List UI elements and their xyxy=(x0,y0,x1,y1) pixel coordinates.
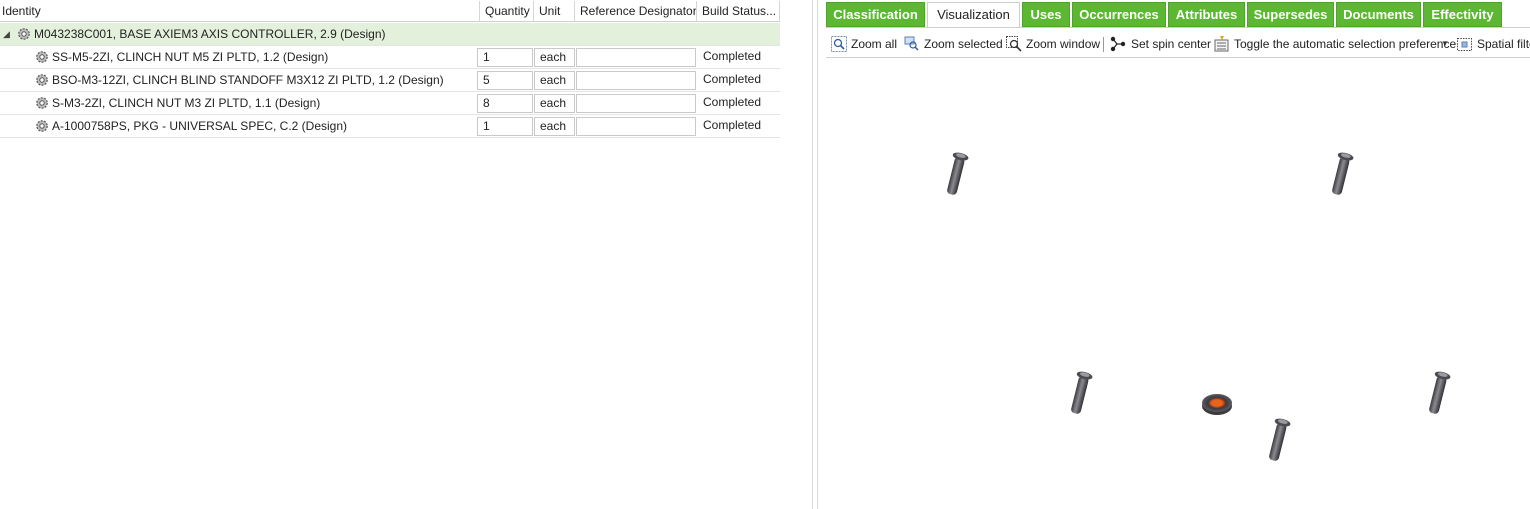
row-identity: M043238C001, BASE AXIEM3 AXIS CONTROLLER… xyxy=(34,27,386,41)
reference-designator-field[interactable] xyxy=(576,71,696,90)
quantity-field[interactable]: 1 xyxy=(477,117,533,136)
spatial-filter-label: Spatial filte xyxy=(1477,37,1530,51)
zoom-window-button[interactable]: Zoom window xyxy=(1006,33,1101,55)
build-status: Completed xyxy=(703,118,762,132)
bom-grid-pane: Identity Quantity Unit Reference Designa… xyxy=(0,0,812,509)
3d-viewport[interactable] xyxy=(826,58,1530,509)
clinch-nut-part[interactable] xyxy=(1202,394,1232,415)
tab-attributes[interactable]: Attributes xyxy=(1168,2,1245,27)
gear-icon xyxy=(36,51,48,63)
column-header-build-status[interactable]: Build Status... xyxy=(697,1,780,21)
viewer-toolbar: Zoom all Zoom selected Zoom window Set s… xyxy=(826,33,1530,58)
table-row[interactable]: A-1000758PS, PKG - UNIVERSAL SPEC, C.2 (… xyxy=(0,115,780,138)
set-spin-center-button[interactable]: Set spin center xyxy=(1109,33,1211,55)
standoff-part[interactable] xyxy=(1425,370,1451,415)
tab-effectivity[interactable]: Effectivity xyxy=(1423,2,1502,27)
reference-designator-field[interactable] xyxy=(576,48,696,67)
toggle-selection-preference-button[interactable]: Toggle the automatic selection preferenc… xyxy=(1214,33,1456,55)
expand-collapse-icon[interactable]: ◢ xyxy=(3,23,13,45)
standoff-part[interactable] xyxy=(943,151,969,196)
zoom-all-button[interactable]: Zoom all xyxy=(831,33,899,55)
unit-field[interactable]: each xyxy=(534,117,575,136)
tab-occurrences[interactable]: Occurrences xyxy=(1072,2,1166,27)
table-row[interactable]: BSO-M3-12ZI, CLINCH BLIND STANDOFF M3X12… xyxy=(0,69,780,92)
table-row[interactable]: SS-M5-2ZI, CLINCH NUT M5 ZI PLTD, 1.2 (D… xyxy=(0,46,780,69)
tab-uses[interactable]: Uses xyxy=(1022,2,1070,27)
zoom-all-label: Zoom all xyxy=(851,37,898,51)
standoff-part[interactable] xyxy=(1067,370,1093,415)
zoom-all-icon xyxy=(831,36,847,52)
zoom-selected-button[interactable]: Zoom selected xyxy=(904,33,1003,55)
toggle-selection-label: Toggle the automatic selection preferenc… xyxy=(1234,37,1457,51)
spatial-filter-button[interactable]: Spatial filte xyxy=(1457,33,1530,55)
zoom-window-icon xyxy=(1006,36,1022,52)
tab-supersedes[interactable]: Supersedes xyxy=(1247,2,1334,27)
tab-divider xyxy=(826,27,1530,28)
gear-icon xyxy=(36,97,48,109)
zoom-selected-label: Zoom selected xyxy=(924,37,1003,51)
tab-visualization[interactable]: Visualization xyxy=(927,2,1020,27)
spin-center-icon xyxy=(1110,36,1126,52)
tab-documents[interactable]: Documents xyxy=(1336,2,1421,27)
row-identity: SS-M5-2ZI, CLINCH NUT M5 ZI PLTD, 1.2 (D… xyxy=(52,50,329,64)
toolbar-separator xyxy=(1103,37,1104,52)
selection-toggle-icon xyxy=(1214,36,1229,52)
row-identity: S-M3-2ZI, CLINCH NUT M3 ZI PLTD, 1.1 (De… xyxy=(52,96,321,110)
column-header-unit[interactable]: Unit xyxy=(534,1,575,21)
tab-classification[interactable]: Classification xyxy=(826,2,925,27)
table-row[interactable]: S-M3-2ZI, CLINCH NUT M3 ZI PLTD, 1.1 (De… xyxy=(0,92,780,115)
column-header-quantity[interactable]: Quantity xyxy=(480,1,534,21)
reference-designator-field[interactable] xyxy=(576,117,696,136)
build-status: Completed xyxy=(703,72,762,86)
row-identity: BSO-M3-12ZI, CLINCH BLIND STANDOFF M3X12… xyxy=(52,73,444,87)
dropdown-arrow-icon[interactable]: ▼ xyxy=(1441,33,1449,55)
set-spin-center-label: Set spin center xyxy=(1131,37,1212,51)
quantity-field[interactable]: 1 xyxy=(477,48,533,67)
zoom-selected-icon xyxy=(904,36,919,51)
zoom-window-label: Zoom window xyxy=(1026,37,1101,51)
column-header-reference-designator[interactable]: Reference Designator xyxy=(575,1,697,21)
build-status: Completed xyxy=(703,95,762,109)
spatial-filter-icon xyxy=(1457,38,1472,51)
table-row-parent[interactable]: ◢ M043238C001, BASE AXIEM3 AXIS CONTROLL… xyxy=(0,23,780,46)
gear-icon xyxy=(36,74,48,86)
details-pane: Classification Visualization Uses Occurr… xyxy=(818,0,1530,509)
3d-scene[interactable] xyxy=(826,58,1530,509)
unit-field[interactable]: each xyxy=(534,48,575,67)
gear-icon xyxy=(18,28,30,40)
unit-field[interactable]: each xyxy=(534,94,575,113)
build-status: Completed xyxy=(703,49,762,63)
quantity-field[interactable]: 5 xyxy=(477,71,533,90)
standoff-part[interactable] xyxy=(1328,151,1354,196)
standoff-part[interactable] xyxy=(1265,417,1291,462)
column-header-identity[interactable]: Identity xyxy=(0,1,480,21)
quantity-field[interactable]: 8 xyxy=(477,94,533,113)
reference-designator-field[interactable] xyxy=(576,94,696,113)
grid-header: Identity Quantity Unit Reference Designa… xyxy=(0,1,780,22)
unit-field[interactable]: each xyxy=(534,71,575,90)
row-identity: A-1000758PS, PKG - UNIVERSAL SPEC, C.2 (… xyxy=(52,119,348,133)
gear-icon xyxy=(36,120,48,132)
